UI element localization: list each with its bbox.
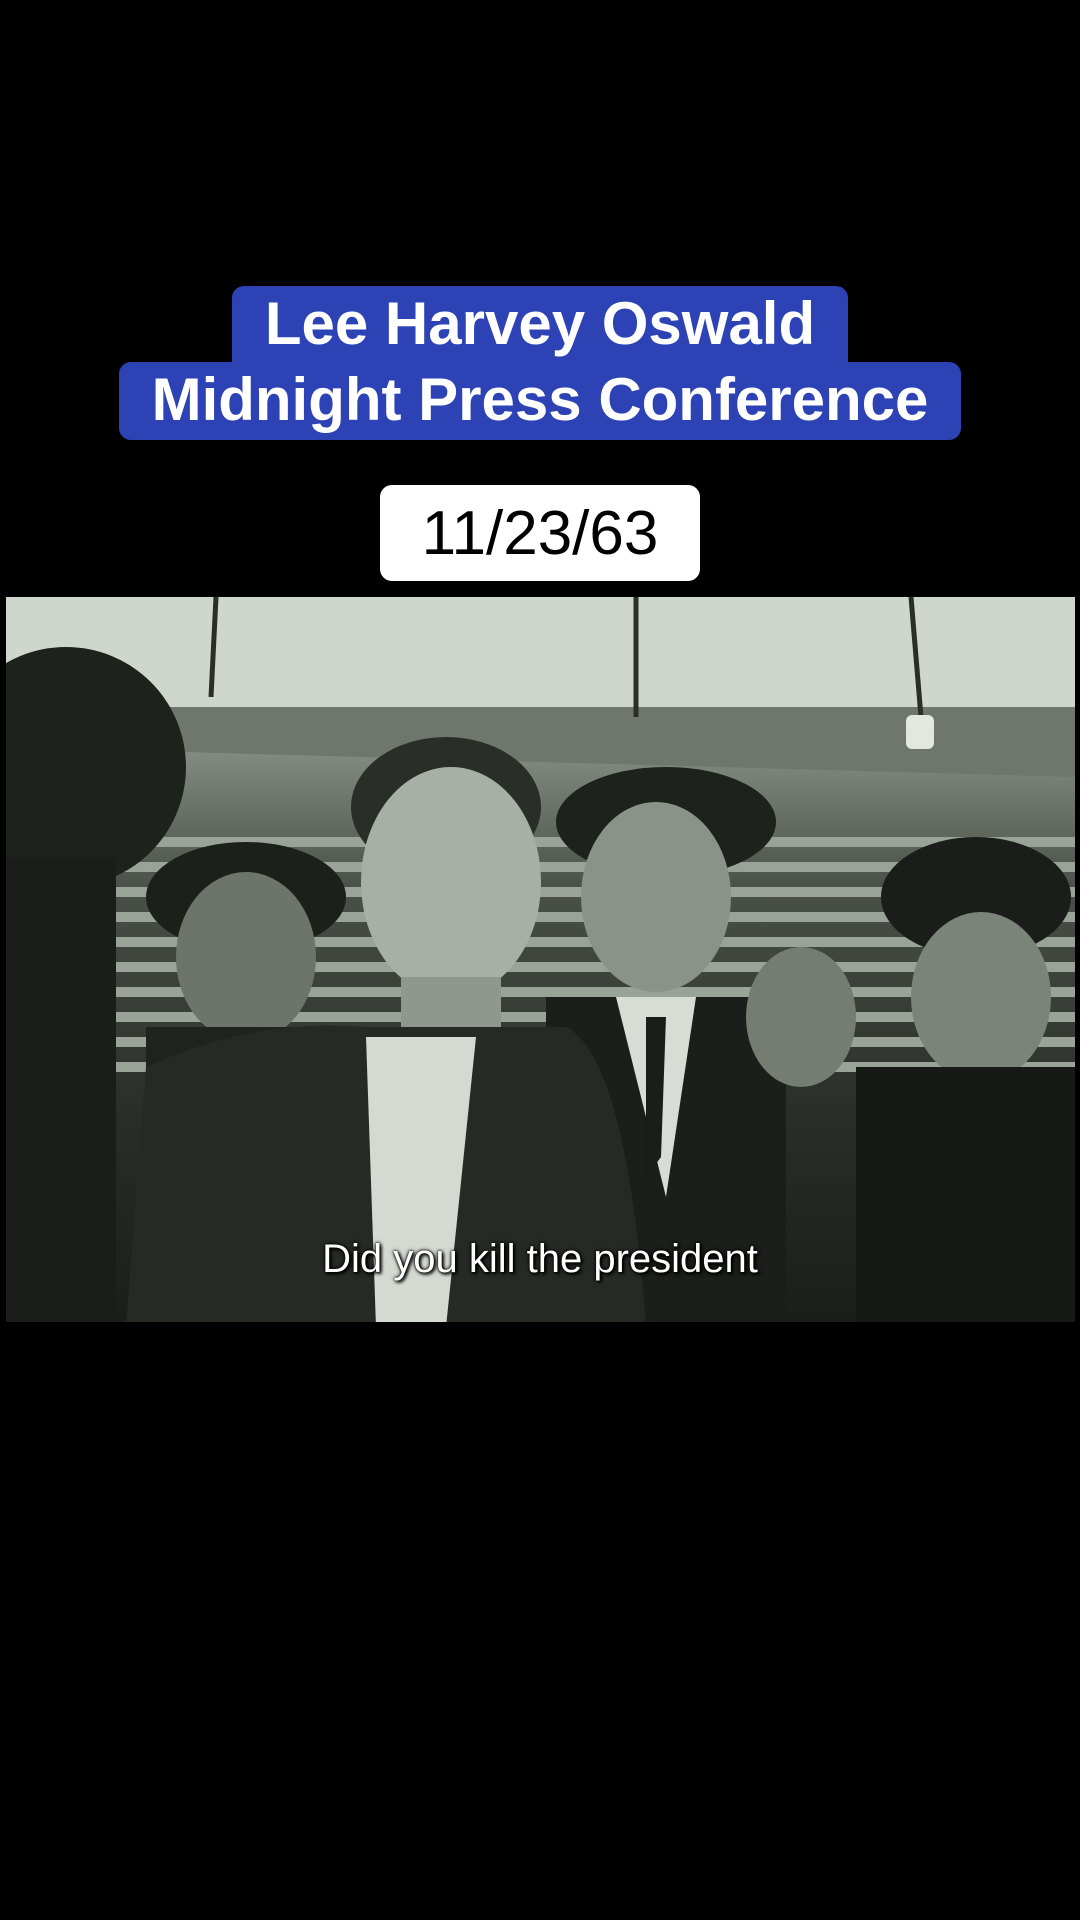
- video-player[interactable]: [6, 597, 1075, 1322]
- title-line-1: Lee Harvey Oswald: [231, 286, 849, 362]
- archival-footage-image: [6, 597, 1075, 1322]
- video-subtitle: Did you kill the president: [322, 1237, 758, 1281]
- date-label: 11/23/63: [380, 485, 700, 581]
- title-overlay: Lee Harvey Oswald Midnight Press Confere…: [0, 286, 1080, 440]
- title-line-2: Midnight Press Conference: [118, 362, 962, 440]
